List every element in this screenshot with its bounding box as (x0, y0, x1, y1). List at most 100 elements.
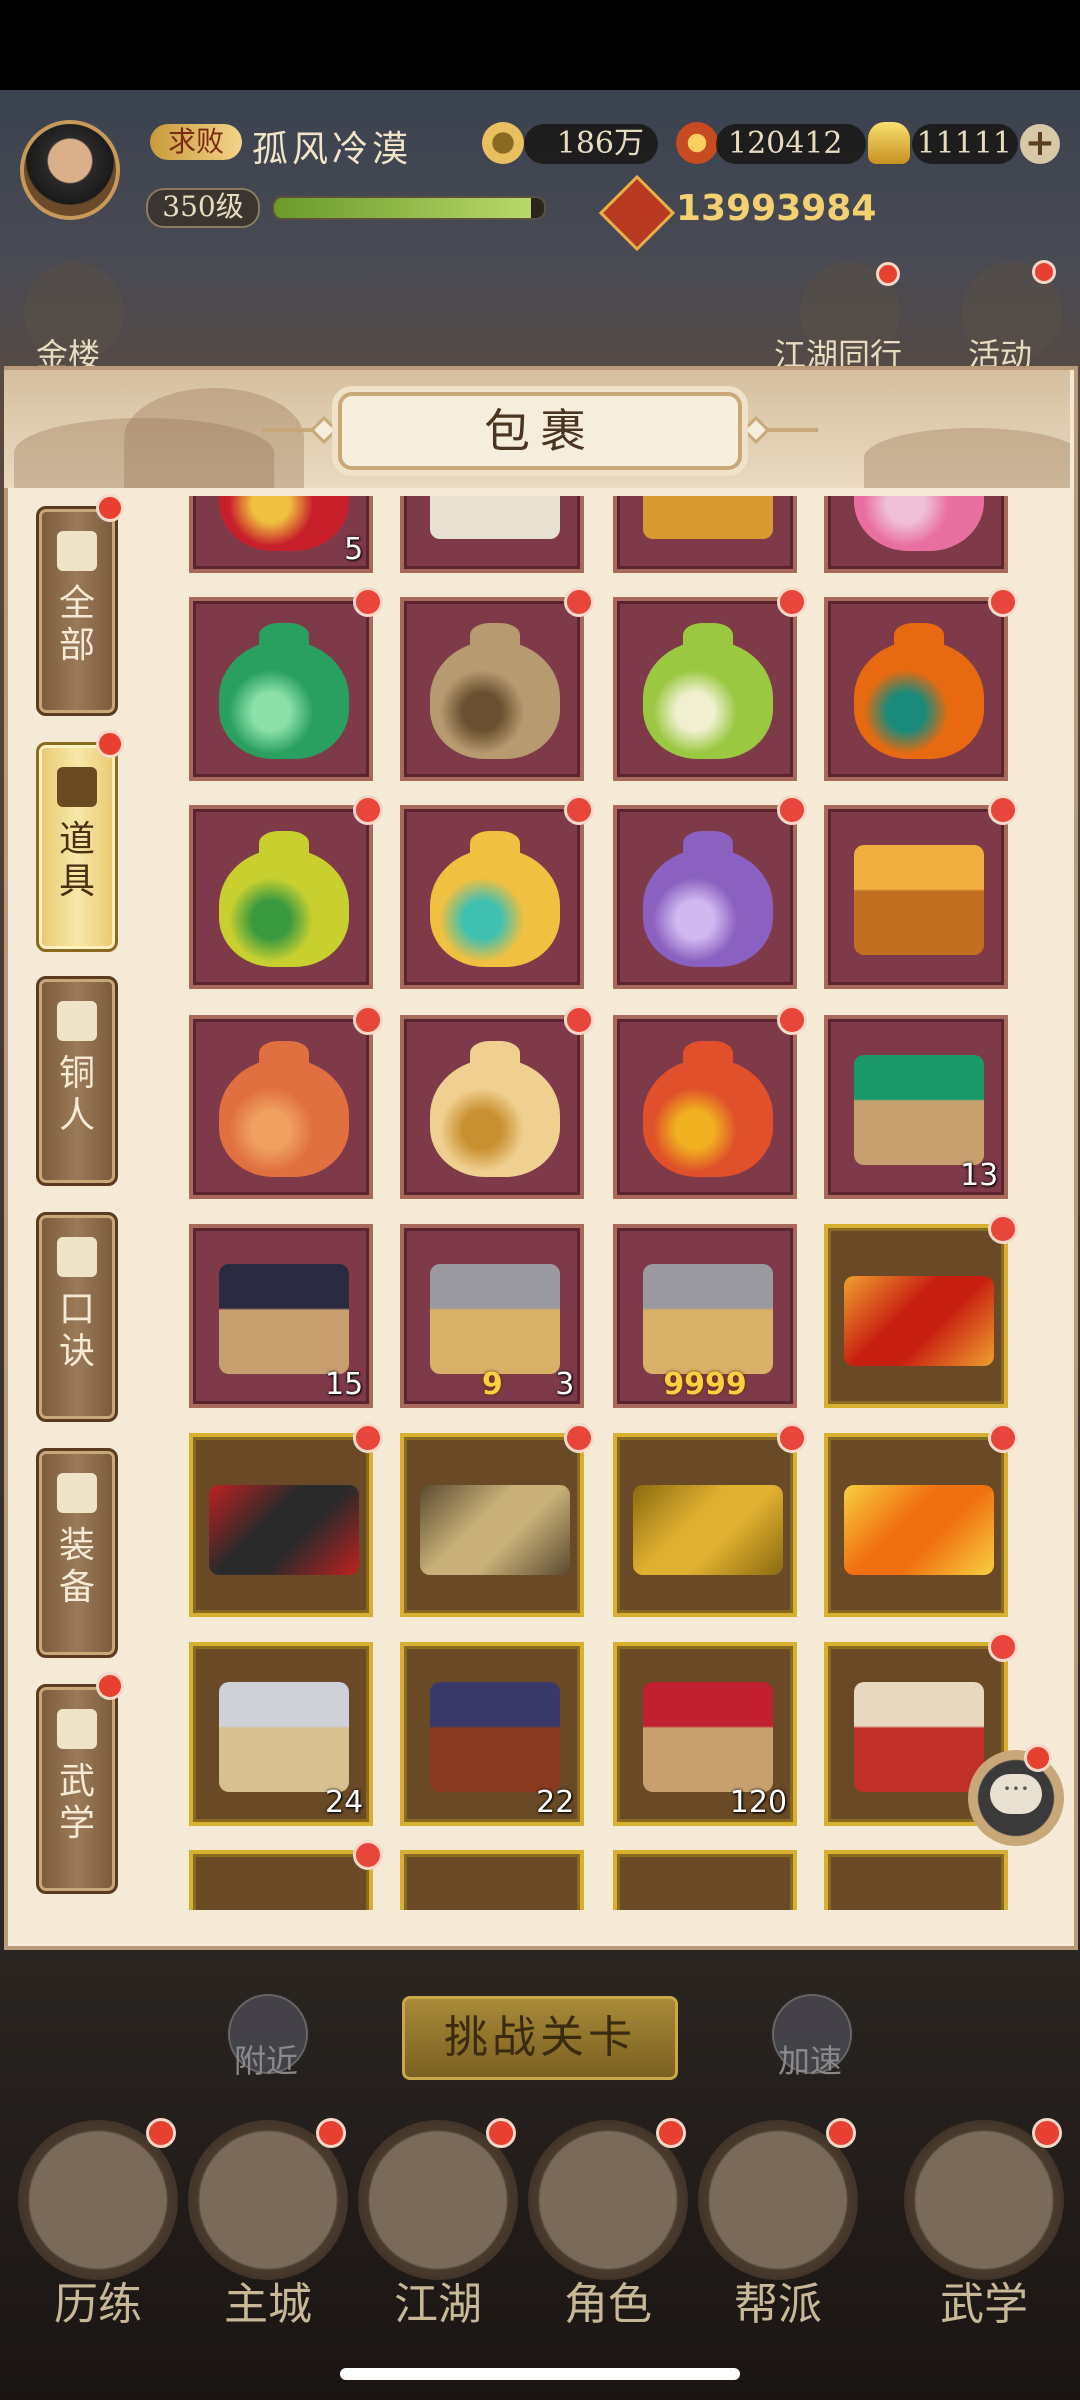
notification-dot (988, 586, 1019, 617)
tab-5[interactable]: 装 备 (36, 1448, 118, 1658)
inventory-slot[interactable] (400, 496, 585, 573)
add-currency-button[interactable]: + (1020, 124, 1060, 164)
book-crate-icon (643, 1682, 774, 1793)
inventory-slot[interactable] (824, 586, 1019, 781)
notification-dot (988, 1632, 1019, 1663)
nav-label: 角色 (564, 2279, 652, 2330)
challenge-stage-button[interactable]: 挑战关卡 (402, 1996, 678, 2080)
rank-badge: 求败 (150, 124, 242, 160)
bag-neck (683, 622, 734, 653)
tab-2[interactable]: 道 具 (36, 742, 118, 952)
tab-3[interactable]: 铜 人 (36, 976, 118, 1186)
inventory-slot[interactable] (824, 1850, 1009, 1910)
tab-6[interactable]: 武 学 (36, 1684, 118, 1894)
notification-dot (777, 1422, 808, 1453)
lantern-icon (676, 122, 718, 164)
tab-1[interactable]: 全 部 (36, 506, 118, 716)
inventory-slot[interactable] (613, 586, 808, 781)
inventory-slot[interactable] (400, 795, 595, 990)
nav-label: 主城 (224, 2279, 312, 2330)
gem-tray-icon (219, 1264, 350, 1375)
item-quantity: 3 (555, 1367, 575, 1403)
book-icon (57, 1709, 97, 1749)
bag-neck (683, 831, 734, 862)
notification-dot (564, 586, 595, 617)
item-quantity: 15 (324, 1367, 364, 1403)
notification-dot (96, 1672, 124, 1700)
tab-label: 道 具 (58, 819, 95, 902)
bag-neck (259, 622, 310, 653)
inventory-slot[interactable] (400, 1422, 595, 1617)
notification-dot (353, 1422, 384, 1453)
item-quantity: 5 (344, 531, 364, 567)
exp-fill (274, 198, 531, 218)
inventory-slot[interactable] (613, 1422, 808, 1617)
red-frame-icon (844, 1276, 995, 1367)
item-quantity: 13 (960, 1157, 999, 1193)
tab-label: 全 部 (58, 583, 95, 666)
pink-flower-bag-icon (854, 496, 985, 551)
speedup-label: 加速 (778, 2042, 843, 2080)
exp-bar (272, 196, 546, 220)
player-name: 孤风冷漠 (252, 129, 413, 170)
inventory-slot[interactable] (189, 795, 384, 990)
nav-label: 江湖 (394, 2279, 482, 2330)
item-grid[interactable]: 5 13 15 9 3 9999 24 22 120 (180, 496, 1020, 1910)
inventory-slot[interactable] (400, 1004, 595, 1199)
inventory-slot[interactable] (824, 795, 1019, 990)
inventory-slot[interactable] (824, 496, 1009, 573)
coin-icon (482, 122, 524, 164)
gold-amount: 11111 (912, 124, 1018, 164)
notification-dot (353, 1840, 384, 1871)
inventory-slot[interactable] (613, 496, 798, 573)
inventory-slot[interactable]: 9999 (613, 1224, 798, 1409)
notification-dot (316, 2118, 346, 2148)
inventory-slot[interactable] (824, 1214, 1019, 1409)
inventory-slot[interactable] (613, 795, 808, 990)
inventory-slot[interactable] (189, 1004, 384, 1199)
decor-hill (124, 388, 304, 488)
notification-dot (1032, 260, 1056, 284)
notification-dot (826, 2118, 856, 2148)
player-avatar[interactable] (20, 120, 120, 220)
notification-dot (353, 1004, 384, 1035)
notification-dot (564, 1422, 595, 1453)
bag-neck (470, 622, 521, 653)
ore-crate-icon (430, 1682, 561, 1793)
lily-pouch-icon (643, 622, 774, 759)
inventory-slot[interactable] (613, 1850, 798, 1910)
inventory-slot[interactable] (189, 1840, 384, 1910)
pouch-icon (57, 767, 97, 807)
red-gift-bag-icon (219, 496, 350, 551)
horse-frame-icon (420, 1484, 571, 1575)
home-indicator[interactable] (340, 2368, 740, 2380)
orange-pouch-icon (854, 622, 985, 759)
player-level: 350级 (146, 188, 260, 228)
inventory-slot[interactable]: 15 (189, 1224, 374, 1409)
nav-label: 帮派 (734, 2279, 822, 2330)
item-level: 9999 (663, 1367, 747, 1403)
inventory-slot[interactable] (400, 1850, 585, 1910)
scroll-icon (57, 1237, 97, 1277)
inventory-slot[interactable]: 5 (189, 496, 374, 573)
inventory-slot[interactable]: 93 (400, 1224, 585, 1409)
inventory-slot[interactable] (400, 586, 595, 781)
inventory-slot[interactable]: 120 (613, 1642, 798, 1827)
notification-dot (988, 1214, 1019, 1245)
weapon-crate-icon (430, 1264, 561, 1375)
notification-dot (353, 586, 384, 617)
inventory-slot[interactable]: 22 (400, 1642, 585, 1827)
inventory-slot[interactable] (824, 1422, 1019, 1617)
tab-4[interactable]: 口 诀 (36, 1212, 118, 1422)
notification-dot (353, 795, 384, 826)
inventory-slot[interactable]: 13 (824, 1014, 1009, 1199)
nav-label: 武学 (940, 2279, 1028, 2330)
rainbow-pouch-icon (430, 831, 561, 968)
inventory-slot[interactable] (189, 1422, 384, 1617)
inventory-slot[interactable] (189, 586, 384, 781)
inventory-slot[interactable] (613, 1004, 808, 1199)
coin-amount: 186万 (524, 124, 658, 164)
notification-dot (96, 730, 124, 758)
black-frame-icon (209, 1484, 360, 1575)
inventory-slot[interactable]: 24 (189, 1642, 374, 1827)
